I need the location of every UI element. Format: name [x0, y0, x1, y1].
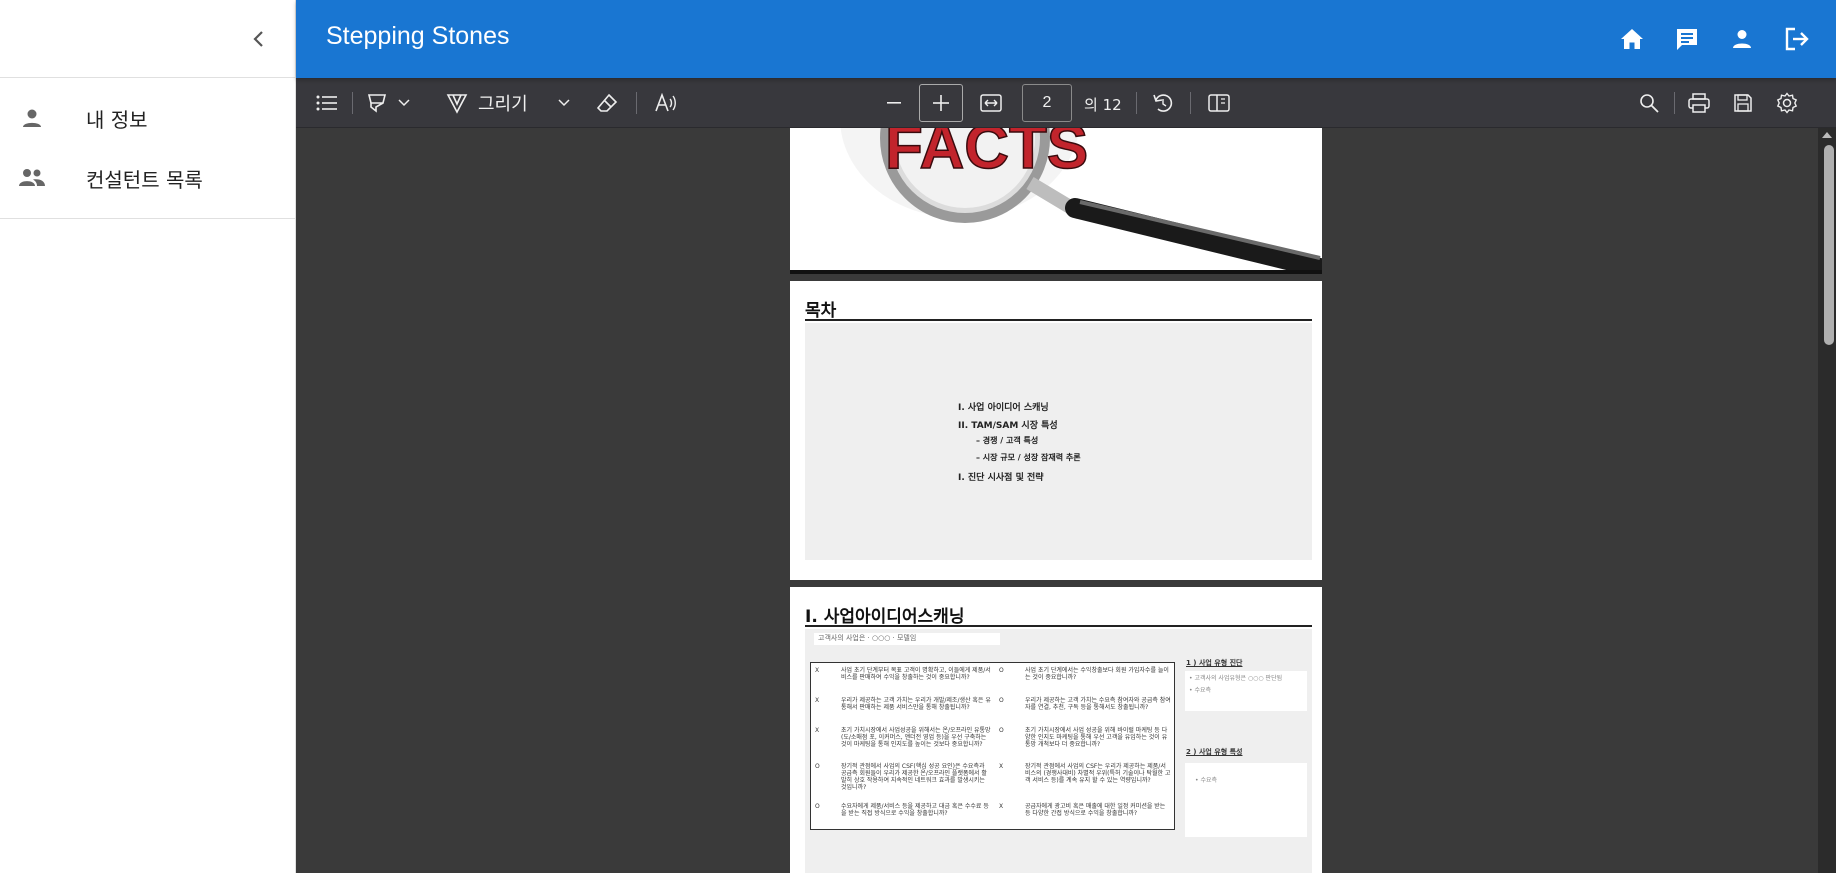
side-section-title: 2 ) 사업 유형 특성: [1186, 748, 1243, 756]
rotate-icon[interactable]: [1146, 86, 1180, 120]
scroll-up-arrow-icon[interactable]: [1822, 132, 1832, 138]
pdf-page-3: I. 사업아이디어스캐닝 고객사의 사업은 · ○○○ · 모델임 X 사업 초…: [790, 587, 1322, 873]
pdf-canvas[interactable]: FACTS 목차 I. 사업 아이디어 스캐닝 II. TAM/SAM 시장 특…: [296, 128, 1836, 873]
fit-width-icon[interactable]: [974, 86, 1008, 120]
outline-toggle-icon[interactable]: [310, 86, 344, 120]
account-icon[interactable]: [1723, 20, 1761, 58]
chevron-down-icon[interactable]: [394, 86, 414, 120]
page-title: I. 사업아이디어스캐닝: [805, 607, 965, 627]
chat-icon[interactable]: [1668, 20, 1706, 58]
scrollbar[interactable]: [1818, 128, 1836, 873]
page-total-label: 의 12: [1084, 96, 1122, 114]
row-mark: O: [999, 667, 1004, 674]
read-aloud-icon[interactable]: [650, 86, 682, 120]
zoom-out-icon[interactable]: [878, 86, 910, 120]
settings-gear-icon[interactable]: [1770, 86, 1804, 120]
side-section-box: • 고객사의 사업유형은 ○○○ 판단됨 • 수요측: [1185, 671, 1307, 711]
sidebar-header: [0, 0, 295, 78]
title-rule: [805, 625, 1312, 627]
toolbar-divider: [352, 92, 353, 114]
sidebar-menu: 내 정보 컨설턴트 목록: [0, 78, 295, 219]
row-text: 사업 초기 단계부터 목표 고객이 명확하고, 이들에게 제품/서비스를 판매하…: [841, 667, 991, 681]
row-mark: O: [815, 803, 820, 810]
row-text: 장기적 관점에서 사업의 CSF는 우리가 제공하는 제품/서비스의 (경쟁사대…: [1025, 763, 1171, 784]
page-number-input[interactable]: [1022, 84, 1072, 122]
draw-tool-button[interactable]: 그리기: [446, 86, 528, 120]
app-header: Stepping Stones: [296, 0, 1836, 78]
row-text: 수요자에게 제품/서비스 등을 제공하고 대금 혹은 수수료 등을 받는 직접 …: [841, 803, 989, 817]
row-mark: X: [999, 763, 1004, 770]
row-mark: X: [815, 667, 820, 674]
scrollbar-thumb[interactable]: [1824, 145, 1834, 345]
toolbar-divider: [1190, 92, 1191, 114]
chevron-left-icon[interactable]: [245, 25, 273, 53]
row-text: 장기적 관점에서 사업의 CSF(핵심 성공 요인)은 수요측과 공급측 회원들…: [841, 763, 987, 791]
row-text: 사업 초기 단계에서는 수익창출보다 회원 가입자수를 늘이는 것이 중요합니까…: [1025, 667, 1169, 681]
toc-item: I. 진단 시사점 및 전략: [958, 473, 1044, 483]
title-rule: [805, 319, 1312, 321]
sidebar: 내 정보 컨설턴트 목록: [0, 0, 296, 873]
side-section-title: 1 ) 사업 유형 진단: [1186, 659, 1243, 667]
side-line: • 수요측: [1189, 687, 1212, 694]
toolbar-divider: [636, 92, 637, 114]
sidebar-item-label: 내 정보: [86, 107, 148, 132]
sidebar-item-consultants[interactable]: 컨설턴트 목록: [0, 148, 295, 208]
toolbar-divider: [1674, 92, 1675, 114]
toc-item: II. TAM/SAM 시장 특성: [958, 421, 1058, 431]
row-text: 우리가 제공하는 고객 가치는 우리가 개발/제조/생산 혹은 유통해서 판매하…: [841, 697, 991, 711]
toc-box: [805, 323, 1312, 560]
pdf-toolbar: 그리기 의 12: [296, 78, 1836, 128]
question-table: X 사업 초기 단계부터 목표 고객이 명확하고, 이들에게 제품/서비스를 판…: [810, 662, 1175, 830]
sidebar-item-label: 컨설턴트 목록: [86, 167, 203, 192]
sidebar-item-my-info[interactable]: 내 정보: [0, 88, 295, 148]
toolbar-divider: [1136, 92, 1137, 114]
pdf-page-1: FACTS: [790, 128, 1322, 274]
toc-item: I. 사업 아이디어 스캐닝: [958, 403, 1049, 413]
magnifier-facts-text: FACTS: [885, 128, 1088, 182]
draw-pen-icon: [446, 94, 468, 114]
draw-tool-label: 그리기: [478, 94, 528, 115]
row-mark: X: [815, 727, 820, 734]
save-icon[interactable]: [1726, 86, 1760, 120]
row-mark: X: [999, 803, 1004, 810]
group-icon: [17, 163, 47, 193]
page-view-icon[interactable]: [1202, 86, 1236, 120]
row-mark: X: [815, 697, 820, 704]
header-actions: [1613, 20, 1816, 58]
side-line: • 수요측: [1195, 777, 1218, 784]
row-text: 초기 가치시장에서 사업 성공을 위해 바이럴 마케팅 등 다양한 인지도 마케…: [1025, 727, 1168, 748]
search-icon[interactable]: [1632, 86, 1666, 120]
side-line: • 고객사의 사업유형은 ○○○ 판단됨: [1189, 675, 1283, 682]
zoom-in-button[interactable]: [919, 84, 963, 122]
app-root: 내 정보 컨설턴트 목록 Stepping Stones 그리기 2 의 12 …: [0, 0, 1836, 873]
app-title: Stepping Stones: [326, 22, 510, 50]
row-mark: O: [999, 697, 1004, 704]
home-icon[interactable]: [1613, 20, 1651, 58]
pdf-viewer: 그리기 의 12: [296, 78, 1836, 873]
side-section-box: • 수요측: [1185, 763, 1307, 837]
row-text: 공급자에게 광고비 혹은 매출에 대한 일정 커미션을 받는 등 다양한 간접 …: [1025, 803, 1166, 817]
logout-icon[interactable]: [1778, 20, 1816, 58]
toc-item: – 경쟁 / 고객 특성: [976, 436, 1039, 445]
pdf-page-2: 목차 I. 사업 아이디어 스캐닝 II. TAM/SAM 시장 특성 – 경쟁…: [790, 281, 1322, 580]
person-icon: [17, 103, 47, 133]
print-icon[interactable]: [1682, 86, 1716, 120]
row-mark: O: [999, 727, 1004, 734]
highlight-icon[interactable]: [364, 86, 390, 120]
row-text: 초기 가치시장에서 사업성공을 위해서는 온/오프라인 유통망(도/소매점 포,…: [841, 727, 991, 748]
page-title: 목차: [805, 301, 837, 321]
magnifier-image: FACTS: [790, 128, 1322, 274]
chevron-down-icon[interactable]: [554, 86, 574, 120]
row-text: 우리가 제공하는 고객 가치는 수요측 참여자와 공급측 참여자를 연결, 추천…: [1025, 697, 1171, 711]
eraser-icon[interactable]: [592, 86, 622, 120]
row-mark: O: [815, 763, 820, 770]
zoom-in-icon: [933, 95, 949, 111]
page-subtitle: 고객사의 사업은 · ○○○ · 모델임: [814, 633, 1000, 645]
toc-item: – 시장 규모 / 성장 잠재력 추론: [976, 453, 1081, 462]
